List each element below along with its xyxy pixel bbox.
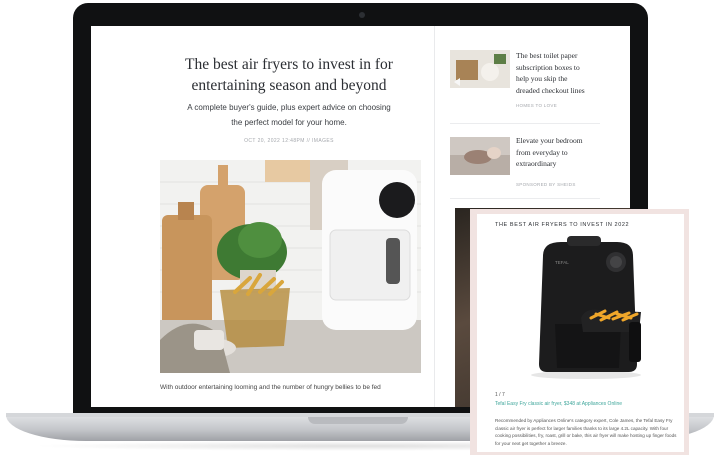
sidebar-item-title[interactable]: Elevate your bedroom from everyday to ex… <box>516 135 592 170</box>
article-subtitle: A complete buyer's guide, plus expert ad… <box>187 103 391 127</box>
article-body: With outdoor entertaining looming and th… <box>160 384 381 391</box>
gallery-card: THE BEST AIR FRYERS TO INVEST IN 2022 TE… <box>477 214 684 452</box>
product-description: Recommended by Appliances Online's categ… <box>495 418 677 446</box>
webcam <box>359 12 365 18</box>
laptop-notch <box>308 417 408 424</box>
gallery-counter: 1 / 7 <box>495 392 505 398</box>
gallery-title: THE BEST AIR FRYERS TO INVEST IN 2022 <box>495 222 630 228</box>
fryer-brand-label: TEFAL <box>555 260 569 265</box>
air-fryer-product-image: TEFAL <box>531 236 641 379</box>
article-meta: OCT 20, 2022 12:48PM // IMAGES <box>244 138 334 144</box>
sidebar-thumbnail <box>450 137 510 175</box>
sidebar-divider <box>450 198 600 199</box>
sidebar-item-meta: HOMES TO LOVE <box>516 103 557 108</box>
product-link[interactable]: Tefal Easy Fry classic air fryer, $348 a… <box>495 401 622 407</box>
sidebar-item-title[interactable]: The best toilet paper subscription boxes… <box>516 50 592 96</box>
article-title: The best air fryers to invest in for ent… <box>185 56 393 94</box>
sidebar-thumbnail <box>450 50 510 88</box>
sidebar-divider <box>450 123 600 124</box>
air-fryer-hero-image <box>160 160 421 373</box>
column-divider <box>434 26 435 407</box>
sidebar-item-meta: SPONSORED BY SHEIDS <box>516 182 576 187</box>
